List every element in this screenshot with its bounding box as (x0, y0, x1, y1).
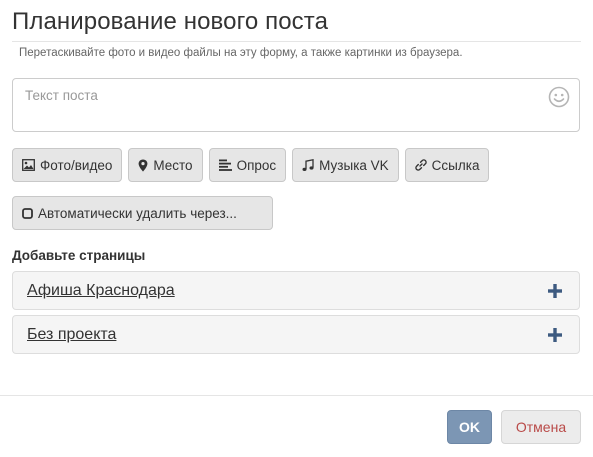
auto-delete-label: Автоматически удалить через... (38, 205, 237, 221)
page-item-no-project[interactable]: Без проекта (12, 315, 580, 354)
ok-button[interactable]: OK (447, 410, 492, 444)
poll-button[interactable]: Опрос (208, 148, 287, 182)
page-item-name[interactable]: Афиша Краснодара (27, 282, 175, 300)
link-label: Ссылка (431, 157, 480, 173)
link-button[interactable]: Ссылка (404, 148, 490, 182)
page-item-afisha[interactable]: Афиша Краснодара (12, 271, 580, 310)
post-text-placeholder: Текст поста (25, 88, 98, 103)
vk-music-label: Музыка VK (319, 157, 389, 173)
plus-icon[interactable] (548, 284, 562, 298)
link-icon (414, 159, 427, 171)
align-left-icon (218, 159, 232, 171)
pages-heading: Добавьте страницы (12, 248, 146, 263)
vk-music-button[interactable]: Музыка VK (292, 148, 399, 182)
cancel-button[interactable]: Отмена (501, 410, 581, 444)
page-item-name[interactable]: Без проекта (27, 326, 116, 344)
smile-icon[interactable] (548, 86, 570, 108)
music-icon (302, 158, 314, 171)
location-label: Место (153, 157, 193, 173)
poll-label: Опрос (236, 157, 277, 173)
photo-video-label: Фото/видео (40, 157, 113, 173)
drag-hint: Перетаскивайте фото и видео файлы на эту… (19, 47, 463, 59)
title-divider (12, 41, 581, 42)
post-text-field[interactable]: Текст поста (12, 78, 580, 132)
footer-divider (0, 395, 593, 396)
plus-icon[interactable] (548, 328, 562, 342)
image-icon (22, 159, 35, 171)
location-button[interactable]: Место (128, 148, 203, 182)
dialog-title: Планирование нового поста (12, 8, 329, 35)
square-icon (22, 207, 33, 219)
attachment-buttons: Фото/видео Место Опрос Музыка VK Ссылка (12, 148, 490, 182)
auto-delete-button[interactable]: Автоматически удалить через... (12, 196, 273, 230)
photo-video-button[interactable]: Фото/видео (12, 148, 123, 182)
map-marker-icon (138, 159, 148, 171)
